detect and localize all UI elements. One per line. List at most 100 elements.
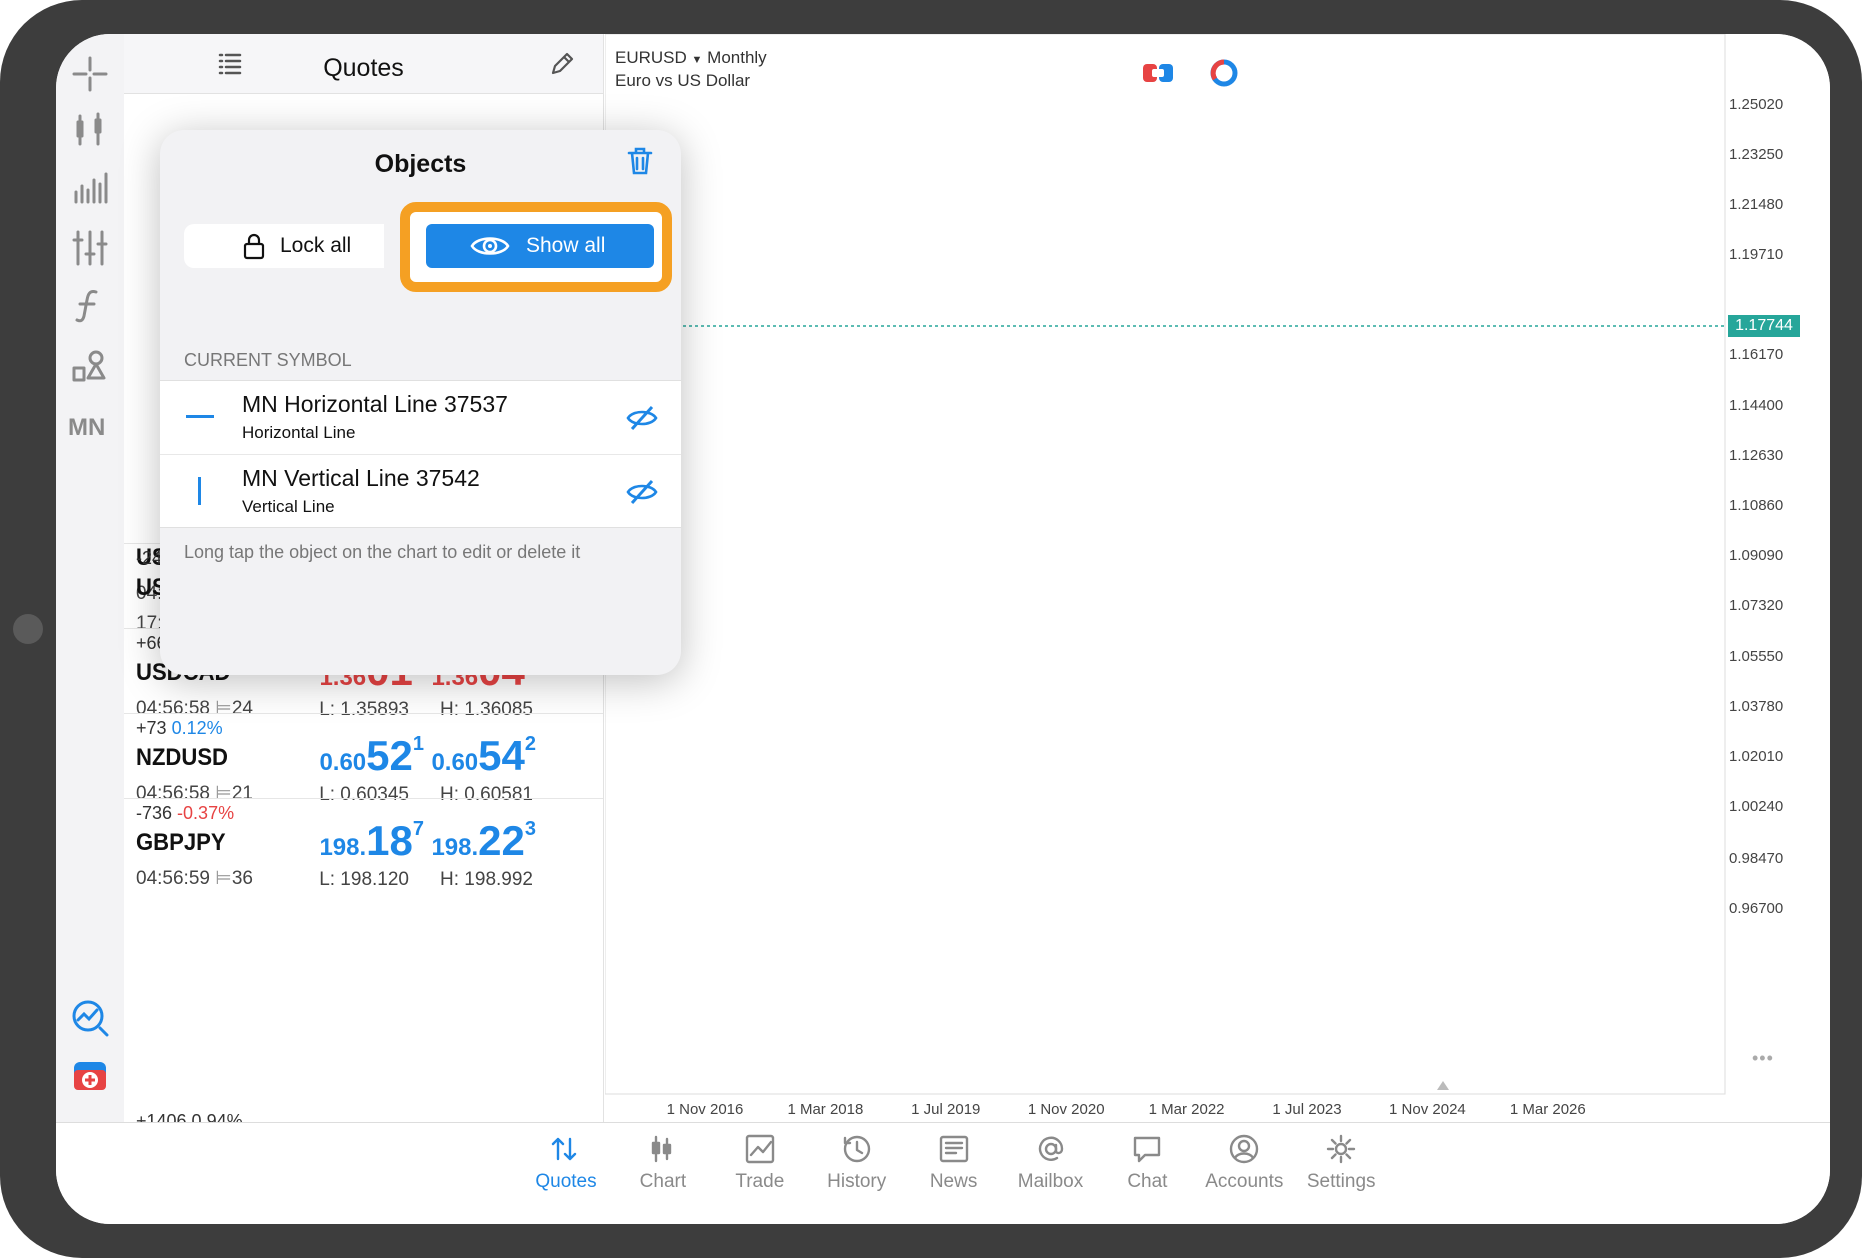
show-all-button[interactable]: Show all <box>426 224 654 268</box>
edit-pencil-icon[interactable] <box>548 50 576 78</box>
chart-area[interactable]: 1.25020 1.23250 1.21480 1.19710 1.16170 1.144… <box>604 34 1830 1122</box>
add-chart-icon[interactable] <box>70 1056 110 1096</box>
tab-label: Chat <box>1127 1171 1168 1192</box>
lock-all-button[interactable]: Lock all <box>184 224 384 268</box>
object-type: Horizontal Line <box>242 423 356 442</box>
tab-label: History <box>827 1171 887 1192</box>
crosshair-icon[interactable] <box>70 54 110 94</box>
timeframe-label[interactable]: MN <box>68 414 105 442</box>
spread-value: 36 <box>231 868 253 889</box>
change-points: -736 <box>136 803 173 823</box>
price-tick-label: 1.21480 <box>1729 196 1783 213</box>
ask-big: 22 <box>478 817 525 864</box>
ask-small: 198. <box>431 834 479 861</box>
quotes-icon <box>551 1137 577 1161</box>
screen: MN Quotes USDCHF04:56:58 ⊨230.79170.7919… <box>56 34 1830 1224</box>
trade-icon <box>745 1134 774 1164</box>
tab-history[interactable]: History <box>812 1133 902 1193</box>
trash-icon[interactable] <box>626 146 654 176</box>
price-tick-label: 1.16170 <box>1729 346 1783 363</box>
bid-sup: 1 <box>412 733 424 755</box>
tab-quotes[interactable]: Quotes <box>521 1133 611 1193</box>
one-click-trading-icon[interactable] <box>1141 60 1175 86</box>
chart-dropdown-icon[interactable]: ▼ <box>692 54 703 66</box>
chart-symbol: EURUSD <box>615 48 687 67</box>
ask-small: 0.60 <box>431 749 479 776</box>
date-tick-label: 1 Mar 2022 <box>1149 1101 1225 1118</box>
date-tick-label: 1 Jul 2023 <box>1272 1101 1341 1118</box>
date-tick-label: 1 Jul 2019 <box>911 1101 980 1118</box>
tab-chart[interactable]: Chart <box>618 1133 708 1193</box>
chart-symbol-line[interactable]: EURUSD ▼ Monthly <box>615 48 767 68</box>
tab-settings[interactable]: Settings <box>1296 1133 1386 1193</box>
bid-price[interactable]: 198.187 <box>314 817 424 865</box>
chat-icon <box>1134 1136 1161 1163</box>
horizontal-line-icon <box>186 415 214 418</box>
chart-description: Euro vs US Dollar <box>615 71 751 90</box>
current-price-label: 1.17744 <box>1728 315 1800 337</box>
tab-mailbox[interactable]: Mailbox <box>1006 1133 1096 1193</box>
price-tick-label: 1.02010 <box>1729 748 1783 765</box>
tab-label: Accounts <box>1205 1171 1284 1192</box>
bid-big: 52 <box>366 732 413 779</box>
chart-icon <box>651 1135 672 1163</box>
quote-row[interactable]: -736 -0.37% GBPJPY 04:56:59 ⊨36 198.187 198.… <box>124 798 603 899</box>
settings-icon <box>1326 1134 1356 1164</box>
price-tick-label: 1.14400 <box>1729 397 1783 414</box>
price-tick-label: 1.09090 <box>1729 547 1783 564</box>
lock-all-label: Lock all <box>280 234 352 257</box>
tab-label: Settings <box>1306 1171 1376 1192</box>
tab-label: Quotes <box>535 1171 597 1192</box>
bid-price[interactable]: 0.60521 <box>314 732 424 780</box>
change-percent: -0.37% <box>177 803 235 823</box>
quotes-header: Quotes <box>124 34 603 94</box>
tab-trade[interactable]: Trade <box>715 1133 805 1193</box>
bid-sup: 7 <box>412 818 424 840</box>
ask-price[interactable]: 0.60542 <box>426 732 536 780</box>
sliders-icon[interactable] <box>70 228 110 268</box>
tab-label: Trade <box>735 1171 785 1192</box>
vertical-line-icon <box>198 477 201 505</box>
price-tick-label: 0.98470 <box>1729 850 1783 867</box>
signal-ring-icon[interactable] <box>1209 58 1239 88</box>
price-tick-label: 1.25020 <box>1729 96 1783 113</box>
objects-icon[interactable] <box>70 346 110 386</box>
change-points: +73 <box>136 718 167 738</box>
ask-price[interactable]: 198.223 <box>426 817 536 865</box>
price-tick-label: 1.03780 <box>1729 698 1783 715</box>
tab-news[interactable]: News <box>909 1133 999 1193</box>
high-value: H: 198.992 <box>440 869 533 890</box>
device-frame: MN Quotes USDCHF04:56:58 ⊨230.79170.7919… <box>0 0 1862 1258</box>
change-text: -736 -0.37% <box>136 803 234 824</box>
tab-chat[interactable]: Chat <box>1102 1133 1192 1193</box>
chart-svg[interactable]: 1.25020 1.23250 1.21480 1.19710 1.16170 1.144… <box>604 34 1830 1122</box>
symbol-name: NZDUSD <box>136 744 228 771</box>
change-percent: 0.12% <box>171 718 223 738</box>
price-tick-label: 1.10860 <box>1729 497 1783 514</box>
tab-label: News <box>929 1171 978 1192</box>
bottom-tab-bar: Quotes Chart Trade History News Mailbox Chat Ac… <box>56 1122 1830 1224</box>
objects-popup: Objects Lock all Show all CURRENT SYMBOL… <box>160 130 681 675</box>
candlestick-icon[interactable] <box>70 110 110 150</box>
symbol-name: GBPJPY <box>136 829 226 856</box>
quote-time: 04:56:59 ⊨36 <box>136 867 253 890</box>
price-tick-label: 1.00240 <box>1729 798 1783 815</box>
object-item[interactable]: MN Horizontal Line 37537 Horizontal Line <box>160 380 681 454</box>
function-icon[interactable] <box>70 286 110 326</box>
low-value: L: 198.120 <box>319 869 409 890</box>
hidden-eye-icon[interactable] <box>626 405 658 431</box>
hidden-eye-icon[interactable] <box>626 479 658 505</box>
indicators-icon[interactable] <box>70 168 110 208</box>
more-dots-icon[interactable]: ••• <box>1752 1048 1774 1069</box>
accounts-icon <box>1230 1134 1259 1164</box>
price-tick-label: 1.12630 <box>1729 447 1783 464</box>
ask-big: 54 <box>478 732 525 779</box>
market-watch-icon[interactable] <box>70 998 110 1038</box>
ask-sup: 3 <box>524 818 536 840</box>
price-tick-label: 1.19710 <box>1729 246 1783 263</box>
partial-row-text: +1406 0.94% <box>136 1112 243 1122</box>
object-item[interactable]: MN Vertical Line 37542 Vertical Line <box>160 454 681 528</box>
mailbox-icon <box>1038 1136 1063 1161</box>
tab-accounts[interactable]: Accounts <box>1199 1133 1289 1193</box>
objects-title: Objects <box>374 150 467 178</box>
